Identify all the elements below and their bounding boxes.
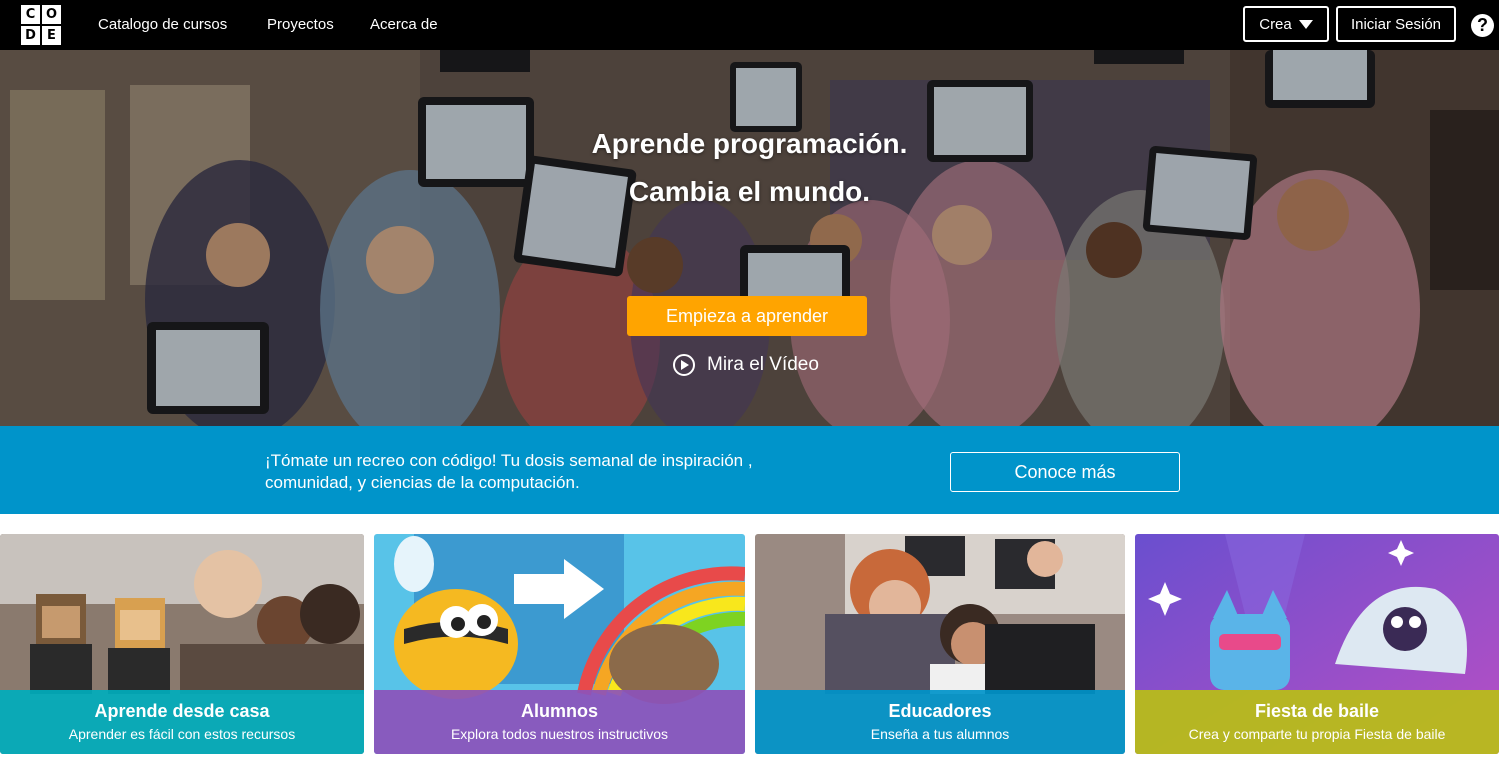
logo-letter: C: [20, 4, 41, 25]
hero-section: Aprende programación. Cambia el mundo. E…: [0, 50, 1499, 426]
banner-text-line-1: ¡Tómate un recreo con código! Tu dosis s…: [265, 451, 753, 470]
start-learning-button[interactable]: Empieza a aprender: [627, 296, 867, 336]
card-caption: Educadores Enseña a tus alumnos: [755, 690, 1125, 754]
learn-more-label: Conoce más: [1014, 461, 1116, 482]
card-caption: Fiesta de baile Crea y comparte tu propi…: [1135, 690, 1499, 754]
banner-text-line-2: comunidad, y ciencias de la computación.: [265, 473, 580, 492]
create-label: Crea: [1259, 15, 1292, 33]
banner-text: ¡Tómate un recreo con código! Tu dosis s…: [265, 450, 865, 494]
logo-letter: O: [41, 4, 62, 25]
card-subtitle: Enseña a tus alumnos: [870, 726, 1010, 742]
top-navigation: C O D E Catalogo de cursos Proyectos Ace…: [0, 0, 1499, 50]
logo-letter: D: [20, 25, 41, 46]
card-caption: Aprende desde casa Aprender es fácil con…: [0, 690, 364, 754]
card-subtitle: Aprender es fácil con estos recursos: [68, 726, 296, 742]
card-title: Alumnos: [520, 701, 598, 721]
nav-projects-link[interactable]: Proyectos: [267, 16, 334, 33]
learn-more-button[interactable]: Conoce más: [950, 452, 1180, 492]
code-logo[interactable]: C O D E: [20, 4, 62, 46]
watch-video-label: Mira el Vídeo: [707, 354, 819, 375]
promo-banner: ¡Tómate un recreo con código! Tu dosis s…: [0, 426, 1499, 514]
card-title: Educadores: [888, 701, 992, 721]
help-icon[interactable]: ?: [1471, 14, 1494, 37]
card-subtitle: Explora todos nuestros instructivos: [450, 726, 669, 742]
hero-title-line-2: Cambia el mundo.: [628, 176, 871, 207]
play-icon: [673, 354, 695, 376]
hero-title-line-1: Aprende programación.: [591, 128, 908, 159]
watch-video-link[interactable]: Mira el Vídeo: [673, 353, 819, 377]
card-title: Aprende desde casa: [94, 701, 270, 721]
card-students[interactable]: Alumnos Explora todos nuestros instructi…: [374, 534, 745, 754]
card-title: Fiesta de baile: [1254, 701, 1380, 721]
create-dropdown-button[interactable]: Crea: [1243, 6, 1329, 42]
card-dance-party[interactable]: Fiesta de baile Crea y comparte tu propi…: [1135, 534, 1499, 754]
sign-in-label: Iniciar Sesión: [1350, 15, 1442, 33]
nav-course-catalog-link[interactable]: Catalogo de cursos: [98, 16, 227, 33]
start-learning-label: Empieza a aprender: [665, 305, 829, 326]
card-learn-from-home[interactable]: Aprende desde casa Aprender es fácil con…: [0, 534, 364, 754]
card-educators[interactable]: Educadores Enseña a tus alumnos: [755, 534, 1125, 754]
card-caption: Alumnos Explora todos nuestros instructi…: [374, 690, 745, 754]
caret-down-icon: [1298, 19, 1313, 29]
card-subtitle: Crea y comparte tu propia Fiesta de bail…: [1188, 726, 1446, 742]
logo-letter: E: [41, 25, 62, 46]
sign-in-button[interactable]: Iniciar Sesión: [1336, 6, 1456, 42]
nav-about-link[interactable]: Acerca de: [370, 16, 438, 33]
